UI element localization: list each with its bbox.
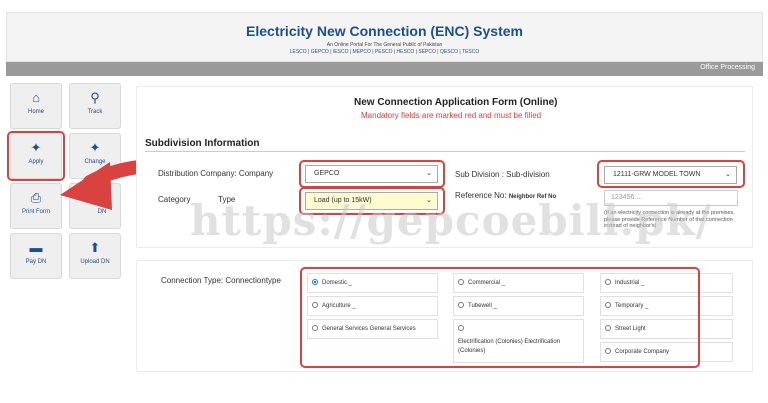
nav-pay-dn-label: Pay DN [25, 259, 47, 265]
nav-home[interactable]: ⌂ Home [10, 83, 62, 129]
category-label-left: Category [158, 195, 191, 204]
form-title: New Connection Application Form (Online) [354, 97, 558, 108]
company-list[interactable]: LESCO | GEPCO | IESCO | MEPCO | PESCO | … [7, 49, 762, 55]
top-bar: Office Processing [6, 62, 763, 76]
site-header: Electricity New Connection (ENC) System … [6, 12, 763, 62]
distribution-highlight [299, 160, 445, 188]
subdivision-highlight [597, 160, 745, 188]
subdivision-label: Sub Division : Sub-division [455, 170, 550, 179]
nav-track-label: Track [87, 109, 103, 115]
site-title: Electricity New Connection (ENC) System [246, 23, 523, 39]
site-subtitle: An Online Portal For The General Public … [326, 42, 443, 48]
distribution-label: Distribution Company: Company [158, 169, 274, 178]
connection-type-highlight [300, 267, 700, 368]
nav-track[interactable]: ⚲ Track [69, 83, 121, 129]
search-icon: ⚲ [90, 90, 100, 105]
nav-upload-dn-label: Upload DN [80, 259, 110, 265]
mandatory-note: Mandatory fields are marked red and must… [361, 111, 542, 120]
nav-home-label: Home [27, 109, 44, 115]
section-divider [145, 151, 745, 152]
watermark: https://gepcoebill.pk/ [190, 196, 712, 245]
home-icon: ⌂ [32, 90, 40, 105]
office-processing-link[interactable]: Office Processing [700, 64, 755, 71]
section-heading: Subdivision Information [145, 138, 260, 149]
connection-label: Connection Type: Connectiontype [161, 276, 281, 285]
